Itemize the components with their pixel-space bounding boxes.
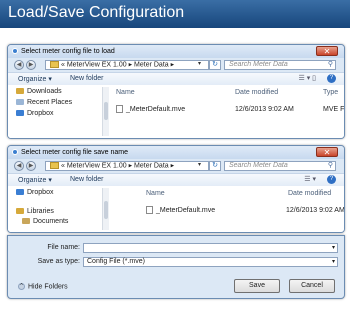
file-date: 12/6/2013 9:02 AM <box>235 106 294 113</box>
save-button[interactable]: Save <box>234 279 280 293</box>
save-as-type-select[interactable]: Config File (*.mve) ▾ <box>83 257 338 267</box>
app-icon <box>12 149 18 155</box>
close-button[interactable]: ✕ <box>316 147 338 157</box>
new-folder-button[interactable]: New folder <box>70 176 103 183</box>
libraries-icon <box>16 208 24 215</box>
column-header-date[interactable]: Date modified <box>288 190 331 197</box>
address-dropdown-icon[interactable]: ▾ <box>198 60 201 67</box>
search-placeholder: Search Meter Data <box>229 162 288 169</box>
recent-places-icon <box>16 99 24 106</box>
breadcrumb: « MeterView EX 1.00 ▸ Meter Data ▸ <box>61 61 175 69</box>
folder-icon <box>50 61 59 68</box>
breadcrumb: « MeterView EX 1.00 ▸ Meter Data ▸ <box>61 162 175 170</box>
views-icon[interactable]: ☰ ▾ ▯ <box>298 74 316 82</box>
search-placeholder: Search Meter Data <box>229 61 288 68</box>
dropbox-icon <box>16 189 24 196</box>
forward-icon[interactable]: ▶ <box>26 60 36 70</box>
file-row[interactable]: _MeterDefault.mve <box>146 206 215 214</box>
close-button[interactable]: ✕ <box>316 46 338 56</box>
page-content: Select meter config file to load ✕ ◀ ▶ «… <box>0 28 350 313</box>
search-icon[interactable]: ⚲ <box>328 61 333 69</box>
app-icon <box>12 48 18 54</box>
nav-item-dropbox[interactable]: Dropbox <box>16 189 53 196</box>
forward-icon[interactable]: ▶ <box>26 161 36 171</box>
save-dialog-title: Select meter config file save name <box>21 149 128 156</box>
search-input[interactable]: Search Meter Data ⚲ <box>224 60 336 70</box>
back-icon[interactable]: ◀ <box>14 161 24 171</box>
file-name: _MeterDefault.mve <box>126 105 186 113</box>
file-icon <box>146 206 153 214</box>
search-icon[interactable]: ⚲ <box>328 162 333 170</box>
chevron-down-icon[interactable]: ▾ <box>332 244 335 252</box>
help-icon[interactable]: ? <box>327 74 336 83</box>
nav-item-documents[interactable]: Documents <box>22 218 68 225</box>
address-bar[interactable]: « MeterView EX 1.00 ▸ Meter Data ▸ <box>45 60 209 70</box>
file-browser: Dropbox Libraries Documents Name Date mo… <box>8 186 344 232</box>
page-title: Load/Save Configuration <box>8 4 185 21</box>
organize-button[interactable]: Organize ▾ <box>18 75 52 83</box>
command-bar: Organize ▾ New folder ☰ ▾ ▯ ? <box>8 72 344 86</box>
load-dialog-title: Select meter config file to load <box>21 48 115 55</box>
search-input[interactable]: Search Meter Data ⚲ <box>224 161 336 171</box>
address-bar[interactable]: « MeterView EX 1.00 ▸ Meter Data ▸ <box>45 161 209 171</box>
dropbox-icon <box>16 110 24 117</box>
chevron-up-icon: ^ <box>18 283 25 290</box>
folder-icon <box>50 162 59 169</box>
refresh-icon[interactable]: ↻ <box>209 60 221 70</box>
column-header-name[interactable]: Name <box>146 190 165 197</box>
banner: Load/Save Configuration <box>0 0 350 28</box>
save-dialog-footer: File name: ▾ Save as type: Config File (… <box>7 235 345 299</box>
documents-icon <box>22 218 30 225</box>
column-header-type[interactable]: Type <box>323 89 338 96</box>
nav-item-libraries[interactable]: Libraries <box>16 208 54 215</box>
save-dialog-titlebar: Select meter config file save name ✕ <box>8 146 344 159</box>
scrollbar[interactable] <box>102 87 109 136</box>
file-name-label: File name: <box>47 244 80 251</box>
refresh-icon[interactable]: ↻ <box>209 161 221 171</box>
load-dialog: Select meter config file to load ✕ ◀ ▶ «… <box>7 44 345 139</box>
downloads-icon <box>16 88 24 95</box>
file-row[interactable]: _MeterDefault.mve <box>116 105 185 113</box>
save-dialog: Select meter config file save name ✕ ◀ ▶… <box>7 145 345 233</box>
cancel-button[interactable]: Cancel <box>289 279 335 293</box>
file-name: _MeterDefault.mve <box>156 206 216 214</box>
hide-folders-toggle[interactable]: ^ Hide Folders <box>18 283 68 290</box>
scrollbar-thumb[interactable] <box>104 101 108 120</box>
new-folder-button[interactable]: New folder <box>70 75 103 82</box>
file-date: 12/6/2013 9:02 AM <box>286 207 345 214</box>
navigation-pane: Dropbox Libraries Documents <box>8 186 100 232</box>
command-bar: Organize ▾ New folder ☰ ▾ ? <box>8 173 344 187</box>
chevron-down-icon[interactable]: ▾ <box>332 258 335 266</box>
back-icon[interactable]: ◀ <box>14 60 24 70</box>
column-header-name[interactable]: Name <box>116 89 135 96</box>
help-icon[interactable]: ? <box>327 175 336 184</box>
file-name-input[interactable]: ▾ <box>83 243 338 253</box>
file-browser: Downloads Recent Places Dropbox Name Dat… <box>8 85 344 138</box>
scrollbar-thumb[interactable] <box>104 200 108 219</box>
save-as-type-label: Save as type: <box>37 258 80 265</box>
address-row: ◀ ▶ « MeterView EX 1.00 ▸ Meter Data ▸ ▾… <box>8 159 344 173</box>
address-dropdown-icon[interactable]: ▾ <box>198 161 201 168</box>
file-icon <box>116 105 123 113</box>
organize-button[interactable]: Organize ▾ <box>18 176 52 184</box>
file-type: MVE File <box>323 106 345 113</box>
scrollbar[interactable] <box>102 188 109 230</box>
save-as-type-value: Config File (*.mve) <box>87 258 145 265</box>
nav-item-dropbox[interactable]: Dropbox <box>16 110 53 117</box>
navigation-pane: Downloads Recent Places Dropbox <box>8 85 100 138</box>
nav-item-downloads[interactable]: Downloads <box>16 88 62 95</box>
address-row: ◀ ▶ « MeterView EX 1.00 ▸ Meter Data ▸ ▾… <box>8 58 344 72</box>
column-header-date[interactable]: Date modified <box>235 89 278 96</box>
nav-item-recent-places[interactable]: Recent Places <box>16 99 72 106</box>
views-icon[interactable]: ☰ ▾ <box>304 175 316 183</box>
load-dialog-titlebar: Select meter config file to load ✕ <box>8 45 344 58</box>
